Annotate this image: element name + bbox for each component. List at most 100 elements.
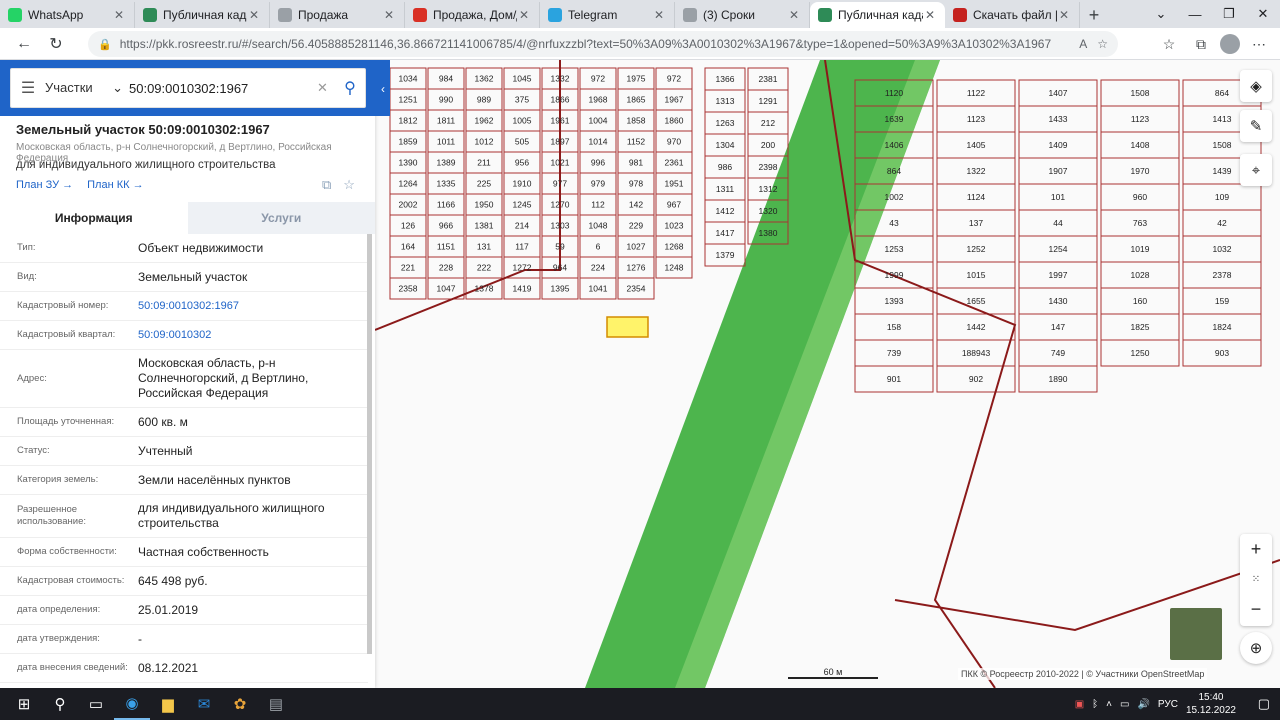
tab-close-icon[interactable]: ✕ (652, 8, 666, 22)
browser-tab[interactable]: Скачать файл | iL✕ (945, 2, 1080, 28)
parcel-number-label: 1951 (665, 179, 684, 189)
parcel-number-label: 1004 (589, 116, 608, 126)
info-row: Разрешенное использование: для индивидуал… (0, 495, 368, 538)
compass-icon[interactable]: ⊕ (1240, 632, 1272, 664)
tab-close-icon[interactable]: ✕ (923, 8, 937, 22)
clock-date: 15.12.2022 (1185, 705, 1236, 716)
info-row-value: Земли населённых пунктов (138, 472, 291, 487)
favorite-star-icon[interactable]: ☆ (343, 177, 355, 193)
address-bar[interactable]: 🔒 https://pkk.rosreestr.ru/#/search/56.4… (88, 31, 1118, 57)
favorite-star-icon[interactable]: ☆ (1097, 37, 1108, 51)
bluetooth-icon[interactable]: ᛒ (1092, 699, 1098, 710)
info-row: Тип: Объект недвижимости (0, 234, 368, 263)
more-menu-icon[interactable]: ⋯ (1246, 31, 1272, 57)
profile-avatar[interactable] (1220, 34, 1240, 54)
tab-close-icon[interactable]: ✕ (112, 8, 126, 22)
parcel-number-label: 1811 (437, 116, 456, 126)
parcel-number-label: 1378 (475, 284, 494, 294)
maximize-button[interactable]: ❐ (1212, 0, 1246, 28)
collapse-panel-icon[interactable]: ‹ (376, 80, 390, 98)
parcel-number-label: 1015 (967, 270, 986, 280)
address-url[interactable]: https://pkk.rosreestr.ru/#/search/56.405… (120, 37, 1074, 51)
close-button[interactable]: ✕ (1246, 0, 1280, 28)
browser-tab[interactable]: WhatsApp ✕ (0, 2, 135, 28)
parcel-number-label: 981 (629, 158, 643, 168)
volume-icon[interactable]: 🔊 (1137, 699, 1149, 710)
browser-tab[interactable]: Публичная кадас✕ (810, 2, 945, 28)
search-icon[interactable]: ⚲ (335, 78, 365, 98)
clear-icon[interactable]: ✕ (317, 80, 335, 96)
zoom-in-button[interactable]: + (1240, 534, 1272, 564)
tray-app-icon[interactable]: ▣ (1075, 699, 1084, 710)
collections-icon[interactable]: ⧉ (1188, 31, 1214, 57)
browser-tab[interactable]: Telegram ✕ (540, 2, 675, 28)
paint-icon[interactable]: ✿ (222, 688, 258, 720)
parcel-number-label: 1366 (716, 74, 735, 84)
edge-browser-icon[interactable]: ◉ (114, 688, 150, 720)
ruler-icon[interactable]: ✎ (1240, 110, 1272, 142)
zoom-out-button[interactable]: − (1240, 594, 1272, 624)
windows-start-icon[interactable]: ⊞ (6, 688, 42, 720)
parcel-number-label: 739 (887, 348, 901, 358)
menu-icon[interactable]: ☰ (11, 78, 45, 98)
info-row-label: Кадастровая стоимость: (17, 575, 125, 586)
network-icon[interactable]: ▭ (1120, 699, 1129, 710)
back-button[interactable]: ← (8, 30, 40, 58)
parcel-number-label: 1967 (665, 95, 684, 105)
browser-tab[interactable]: Публичная кадас✕ (135, 2, 270, 28)
chevron-up-icon[interactable]: ˄ (1106, 699, 1112, 710)
zoom-level-icon[interactable]: ⁙ (1240, 564, 1272, 594)
minimap[interactable] (1170, 608, 1222, 660)
map-scale: 60 м (788, 667, 878, 679)
task-view-icon[interactable]: ▭ (78, 688, 114, 720)
search-input[interactable]: 50:09:0010302:1967 (129, 81, 317, 96)
browser-tab[interactable]: Продажа ✕ (270, 2, 405, 28)
new-tab-button[interactable]: + (1080, 2, 1108, 28)
parcel-number-label: 1276 (627, 263, 646, 273)
map-canvas[interactable]: 1034 984 1362 1045 1332 972 1975 972 1251 990 989 3… (375, 60, 1280, 688)
search-category-select[interactable]: Участки ⌄ (45, 80, 129, 96)
parcel-number-label: 1045 (513, 74, 532, 84)
reload-button[interactable]: ↻ (40, 30, 72, 58)
tab-favicon-icon (548, 8, 562, 22)
notification-icon[interactable]: ▢ (1258, 696, 1270, 712)
cadastral-map[interactable]: 1034 984 1362 1045 1332 972 1975 972 1251 990 989 3… (375, 60, 1280, 688)
language-indicator[interactable]: РУС (1158, 699, 1178, 710)
mail-icon[interactable]: ✉ (186, 688, 222, 720)
chevron-down-icon[interactable]: ⌄ (1144, 0, 1178, 28)
plan-kk-link[interactable]: План КК → (87, 179, 143, 191)
tab-information[interactable]: Информация (0, 202, 188, 234)
info-row-value[interactable]: 50:09:0010302:1967 (138, 299, 368, 314)
plan-zu-link[interactable]: План ЗУ → (16, 179, 73, 191)
parcel-number-label: 1303 (551, 221, 570, 231)
tab-close-icon[interactable]: ✕ (787, 8, 801, 22)
parcel-number-label: 1041 (589, 284, 608, 294)
tab-services[interactable]: Услуги (188, 202, 376, 234)
tab-close-icon[interactable]: ✕ (1057, 8, 1071, 22)
report-icon[interactable]: ⧉ (322, 177, 331, 193)
info-row-value[interactable]: 50:09:0010302 (138, 328, 368, 343)
tab-close-icon[interactable]: ✕ (382, 8, 396, 22)
panel-scrollbar[interactable] (367, 234, 372, 654)
browser-tab[interactable]: Продажа, Дом/да✕ (405, 2, 540, 28)
parcel-number-label: 1048 (589, 221, 608, 231)
parcel-number-label: 1508 (1213, 140, 1232, 150)
parcel-number-label: 749 (1051, 348, 1065, 358)
parcel-number-label: 1254 (1049, 244, 1068, 254)
calculator-icon[interactable]: ▤ (258, 688, 294, 720)
parcel-number-label: 986 (718, 162, 732, 172)
tab-close-icon[interactable]: ✕ (517, 8, 531, 22)
clock[interactable]: 15:40 15.12.2022 (1186, 691, 1236, 717)
search-icon[interactable]: ⚲ (42, 688, 78, 720)
minimize-button[interactable]: — (1178, 0, 1212, 28)
favorites-icon[interactable]: ☆ (1156, 31, 1182, 57)
layers-icon[interactable]: ◈ (1240, 70, 1272, 102)
selected-parcel-highlight (606, 316, 649, 338)
file-explorer-icon[interactable]: ▆ (150, 688, 186, 720)
read-aloud-icon[interactable]: A (1079, 37, 1087, 51)
parcel-number-label: 1433 (1049, 114, 1068, 124)
browser-tab[interactable]: (3) Сроки ✕ (675, 2, 810, 28)
parcel-number-label: 903 (1215, 348, 1229, 358)
tab-close-icon[interactable]: ✕ (247, 8, 261, 22)
locate-icon[interactable]: ⌖ (1240, 154, 1272, 186)
